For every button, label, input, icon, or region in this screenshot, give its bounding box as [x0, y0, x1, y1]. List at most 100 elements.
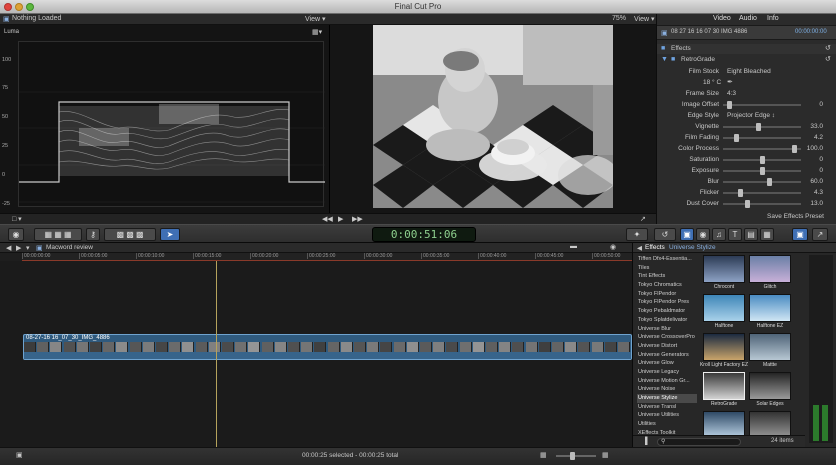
effects-category-item[interactable]: Tiffen Dfx4-Essentia...	[637, 255, 697, 264]
share-button[interactable]: ↗	[812, 228, 828, 241]
effect-thumbnail[interactable]	[703, 372, 745, 400]
effects-category-item[interactable]: Tokyo FlPendor	[637, 290, 697, 299]
eyedropper-icon[interactable]: ✒	[727, 78, 733, 86]
snapping-icon[interactable]: ◉	[610, 243, 616, 251]
tab-info[interactable]: Info	[767, 15, 779, 22]
play-icon[interactable]: ▶	[338, 215, 343, 223]
param-slider-knob[interactable]	[733, 134, 739, 142]
timeline-clip[interactable]: 08-27-16 16_07_30_IMG_4886	[23, 334, 632, 360]
param-slider[interactable]	[723, 167, 801, 175]
param-value[interactable]: 0	[819, 167, 823, 174]
edit-buttons[interactable]: ▩ ▩ ▩	[104, 228, 156, 241]
reset-icon[interactable]: ↺	[825, 44, 831, 52]
keyword-button[interactable]: ⚷	[86, 228, 100, 241]
checkbox-icon[interactable]: ■	[661, 45, 665, 52]
inspector-param-row[interactable]: Dust Cover 13.0	[657, 199, 836, 209]
param-value[interactable]: 0	[819, 156, 823, 163]
param-slider[interactable]	[723, 145, 801, 153]
effects-category-item[interactable]: Universe Transl	[637, 403, 697, 412]
forward-icon[interactable]: ▶	[16, 244, 21, 252]
effects-category-item[interactable]: Universe Glow	[637, 359, 697, 368]
inspector-param-row[interactable]: Flicker 4.3	[657, 188, 836, 198]
effects-category-item[interactable]: Tokyo Pebaldmator	[637, 307, 697, 316]
import-button[interactable]: ▦ ▦ ▦	[34, 228, 82, 241]
effects-category-item[interactable]: Universe Legacy	[637, 368, 697, 377]
effects-category-item[interactable]: Universe CrossoverPro	[637, 333, 697, 342]
previous-frame-icon[interactable]: ◀◀	[322, 215, 333, 223]
effects-category-item[interactable]: Universe Utilities	[637, 411, 697, 420]
effect-thumbnail[interactable]	[749, 294, 791, 322]
param-slider[interactable]	[723, 200, 801, 208]
inspector-param-row[interactable]: Exposure 0	[657, 166, 836, 176]
fullscreen-icon[interactable]: ↗	[640, 215, 646, 223]
next-frame-icon[interactable]: ▶▶	[352, 215, 363, 223]
effect-thumbnail[interactable]	[749, 333, 791, 361]
scope-settings-icon[interactable]: ▦▾	[312, 28, 322, 36]
param-slider[interactable]	[723, 156, 801, 164]
inspector-param-row[interactable]: Color Process 100.0	[657, 144, 836, 154]
back-icon[interactable]: ◀	[6, 244, 11, 252]
param-slider[interactable]	[723, 189, 801, 197]
zoom-menu[interactable]: 75%	[612, 15, 626, 22]
playhead[interactable]	[216, 261, 217, 447]
clip-appearance-icon[interactable]: ▬	[570, 243, 577, 250]
param-value[interactable]: 4.3	[814, 189, 823, 196]
effects-category-item[interactable]: Tokyo Chromatics	[637, 281, 697, 290]
effects-category-item[interactable]: Universe Distort	[637, 342, 697, 351]
enhance-button[interactable]: ✦	[626, 228, 648, 241]
effects-category-item[interactable]: Universe Generators	[637, 351, 697, 360]
inspector-param-row[interactable]: Saturation 0	[657, 155, 836, 165]
timecode-display[interactable]: 0:00:51:06	[372, 227, 476, 242]
zoom-slider-knob[interactable]	[570, 452, 575, 460]
generators-button[interactable]: ▤	[744, 228, 758, 241]
tab-audio[interactable]: Audio	[739, 15, 757, 22]
effects-category-item[interactable]: Tiles	[637, 264, 697, 273]
frame-size-row[interactable]: Frame Size 4:3	[657, 89, 836, 99]
clip-view-icon[interactable]: ▦	[540, 451, 547, 459]
film-temp-row[interactable]: 18 ° C ✒	[657, 78, 836, 88]
param-slider-knob[interactable]	[726, 101, 732, 109]
music-button[interactable]: ♫	[712, 228, 726, 241]
effect-thumbnail[interactable]	[703, 294, 745, 322]
param-slider-knob[interactable]	[766, 178, 772, 186]
inspector-param-row[interactable]: Blur 60.0	[657, 177, 836, 187]
param-slider[interactable]	[723, 101, 801, 109]
effect-thumbnail[interactable]	[703, 255, 745, 283]
retrograde-section-header[interactable]: ▼ ■ RetroGrade ↺	[657, 55, 836, 65]
effect-thumbnail[interactable]	[749, 372, 791, 400]
film-stock-row[interactable]: Film Stock Eight Bleached	[657, 67, 836, 77]
effects-category-item[interactable]: Universe Noise	[637, 385, 697, 394]
param-value[interactable]: 100.0	[807, 145, 823, 152]
inspector-param-row[interactable]: Vignette 33.0	[657, 122, 836, 132]
param-popup[interactable]: Projector Edge ↕	[727, 112, 775, 119]
scope-view-menu[interactable]: View ▾	[305, 15, 326, 23]
param-slider-knob[interactable]	[737, 189, 743, 197]
param-slider-knob[interactable]	[755, 123, 761, 131]
param-slider-knob[interactable]	[792, 145, 798, 153]
param-slider-knob[interactable]	[759, 156, 765, 164]
param-value[interactable]: 60.0	[810, 178, 823, 185]
param-value[interactable]: 13.0	[810, 200, 823, 207]
inspector-param-row[interactable]: Film Fading 4.2	[657, 133, 836, 143]
param-slider[interactable]	[723, 123, 801, 131]
effects-category-item[interactable]: Universe Stylize	[637, 394, 697, 403]
zoom-slider[interactable]	[556, 452, 596, 460]
effects-category-item[interactable]: Universe Blur	[637, 325, 697, 334]
effects-section-header[interactable]: ■ Effects ↺	[657, 44, 836, 54]
themes-button[interactable]: ▦	[760, 228, 774, 241]
browser-breadcrumb[interactable]: Universe Stylize	[669, 244, 716, 251]
timeline-index-icon[interactable]: ▾	[26, 244, 30, 252]
effects-category-item[interactable]: Universe Motion Gr...	[637, 377, 697, 386]
save-effects-preset-button[interactable]: Save Effects Preset	[767, 213, 824, 220]
titles-button[interactable]: T	[728, 228, 742, 241]
param-slider-knob[interactable]	[759, 167, 765, 175]
checkbox-icon[interactable]: ■	[671, 56, 675, 63]
disclosure-icon[interactable]: ▼	[661, 56, 668, 63]
effects-category-item[interactable]: Tokyo FlPendor Pres	[637, 298, 697, 307]
timeline-area[interactable]: 08-27-16 16_07_30_IMG_4886	[0, 261, 632, 447]
voiceover-button[interactable]: ◉	[8, 228, 24, 241]
frame-size-popup[interactable]: 4:3	[727, 90, 736, 97]
photos-button[interactable]: ◉	[696, 228, 710, 241]
param-slider[interactable]	[723, 134, 801, 142]
inspector-param-row[interactable]: Image Offset 0	[657, 100, 836, 110]
